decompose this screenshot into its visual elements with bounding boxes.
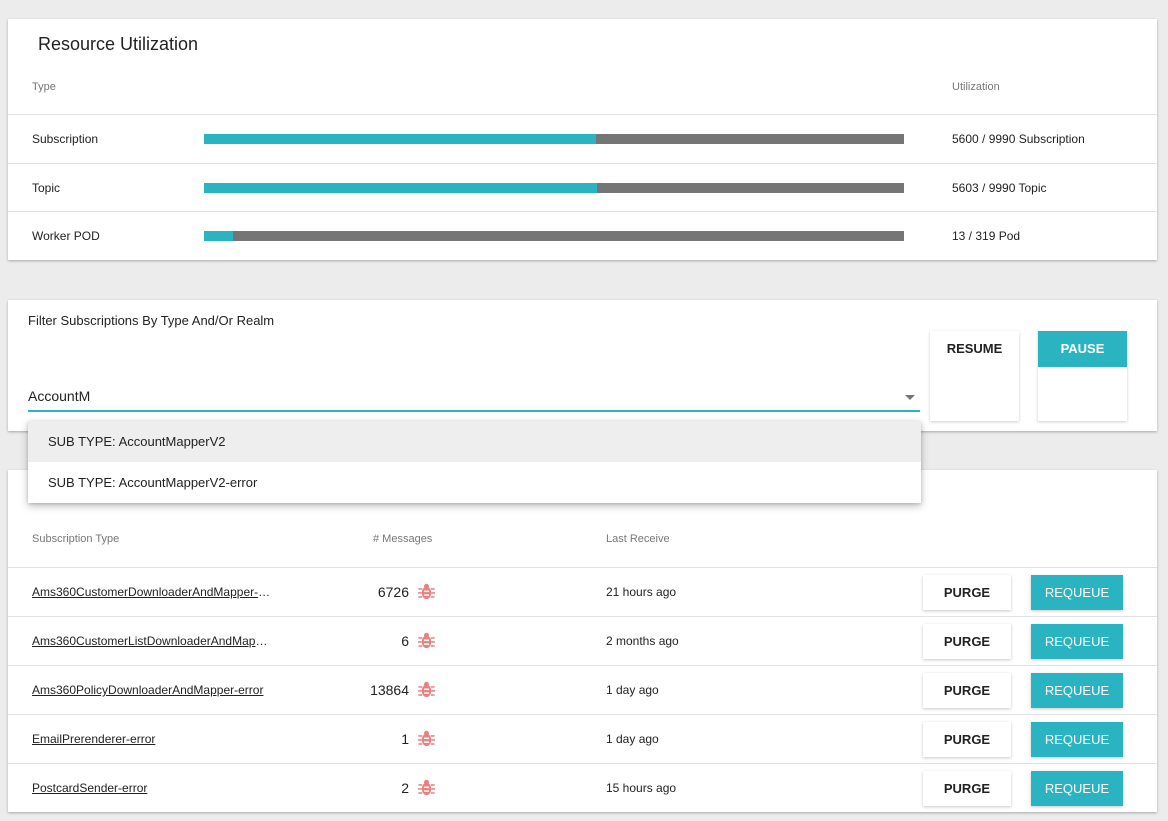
- filter-card: Filter Subscriptions By Type And/Or Real…: [8, 300, 1157, 431]
- requeue-button[interactable]: REQUEUE: [1031, 722, 1123, 757]
- subscription-type-link[interactable]: EmailPrerenderer-error: [32, 715, 274, 763]
- dropdown-option[interactable]: SUB TYPE: AccountMapperV2: [28, 421, 921, 462]
- purge-button[interactable]: PURGE: [923, 624, 1011, 659]
- last-receive: 1 day ago: [606, 732, 659, 746]
- utilization-bar: [204, 231, 904, 241]
- type-column-header: Type: [32, 81, 56, 93]
- table-row: Ams360CustomerDownloaderAndMapper-error …: [8, 567, 1157, 616]
- filter-dropdown-menu: SUB TYPE: AccountMapperV2 SUB TYPE: Acco…: [28, 421, 921, 503]
- purge-button[interactable]: PURGE: [923, 771, 1011, 806]
- table-row: Ams360PolicyDownloaderAndMapper-error 13…: [8, 665, 1157, 714]
- utilization-bar: [204, 183, 904, 193]
- purge-button[interactable]: PURGE: [923, 575, 1011, 610]
- filter-title: Filter Subscriptions By Type And/Or Real…: [28, 313, 275, 328]
- message-count: 6726: [377, 584, 409, 600]
- filter-select[interactable]: [28, 383, 920, 412]
- pause-button-label: PAUSE: [1038, 331, 1127, 367]
- resource-utilization-card: Resource Utilization Type Utilization Su…: [8, 19, 1157, 260]
- last-receive: 1 day ago: [606, 683, 659, 697]
- requeue-button[interactable]: REQUEUE: [1031, 575, 1123, 610]
- utilization-bar: [204, 134, 904, 144]
- subscription-type-link[interactable]: Ams360CustomerDownloaderAndMapper-error: [32, 568, 274, 616]
- chevron-down-icon[interactable]: [905, 395, 915, 400]
- table-row: EmailPrerenderer-error 1 1 day ago PURGE…: [8, 714, 1157, 763]
- utilization-bar-fill: [204, 183, 597, 193]
- filter-input[interactable]: [28, 383, 888, 410]
- table-row: Ams360CustomerListDownloaderAndMapper-er…: [8, 616, 1157, 665]
- message-count: 6: [401, 633, 409, 649]
- utilization-value: 5600 / 9990 Subscription: [952, 132, 1085, 146]
- utilization-value: 5603 / 9990 Topic: [952, 181, 1047, 195]
- last-receive: 21 hours ago: [606, 585, 677, 599]
- subscriptions-card: Subscription Type # Messages Last Receiv…: [8, 470, 1157, 812]
- resume-button-label: RESUME: [946, 341, 1003, 356]
- last-receive-column-header: Last Receive: [606, 533, 670, 545]
- bug-icon[interactable]: [417, 631, 436, 650]
- pause-button[interactable]: PAUSE: [1038, 331, 1127, 421]
- requeue-button[interactable]: REQUEUE: [1031, 624, 1123, 659]
- resource-name: Worker POD: [32, 229, 100, 243]
- utilization-value: 13 / 319 Pod: [952, 229, 1021, 243]
- bug-icon[interactable]: [417, 778, 436, 797]
- message-count: 1: [401, 731, 409, 747]
- resource-row-subscription: Subscription 5600 / 9990 Subscription: [8, 114, 1157, 163]
- purge-button[interactable]: PURGE: [923, 673, 1011, 708]
- purge-button[interactable]: PURGE: [923, 722, 1011, 757]
- subscription-type-column-header: Subscription Type: [32, 533, 120, 545]
- resource-name: Topic: [32, 181, 61, 195]
- requeue-button[interactable]: REQUEUE: [1031, 771, 1123, 806]
- message-count: 2: [401, 780, 409, 796]
- subscription-type-link[interactable]: Ams360PolicyDownloaderAndMapper-error: [32, 666, 274, 714]
- utilization-bar-fill: [204, 134, 597, 144]
- resource-row-worker-pod: Worker POD 13 / 319 Pod: [8, 211, 1157, 260]
- messages-column-header: # Messages: [373, 533, 433, 545]
- subscription-type-link[interactable]: PostcardSender-error: [32, 764, 274, 812]
- message-count: 13864: [370, 682, 409, 698]
- resource-row-topic: Topic 5603 / 9990 Topic: [8, 163, 1157, 212]
- requeue-button[interactable]: REQUEUE: [1031, 673, 1123, 708]
- subscription-type-link[interactable]: Ams360CustomerListDownloaderAndMapper-er…: [32, 617, 274, 665]
- bug-icon[interactable]: [417, 680, 436, 699]
- dropdown-option[interactable]: SUB TYPE: AccountMapperV2-error: [28, 462, 921, 503]
- bug-icon[interactable]: [417, 582, 436, 601]
- resource-utilization-title: Resource Utilization: [38, 34, 199, 54]
- utilization-bar-fill: [204, 231, 233, 241]
- last-receive: 15 hours ago: [606, 781, 677, 795]
- table-row: PostcardSender-error 2 15 hours ago PURG…: [8, 763, 1157, 812]
- resume-button[interactable]: RESUME: [930, 331, 1019, 421]
- last-receive: 2 months ago: [606, 634, 679, 648]
- utilization-column-header: Utilization: [952, 81, 1000, 93]
- resource-name: Subscription: [32, 132, 99, 146]
- bug-icon[interactable]: [417, 729, 436, 748]
